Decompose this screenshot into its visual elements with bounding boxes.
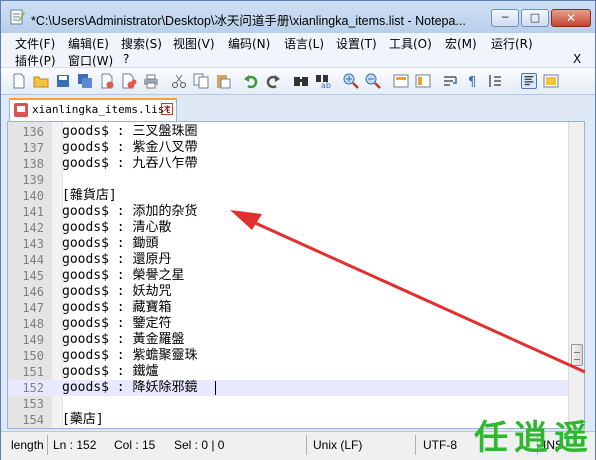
arrow-shaft bbox=[252, 220, 586, 374]
watermark-logo: 任逍遥 bbox=[474, 418, 594, 458]
arrow-head bbox=[230, 210, 262, 230]
annotation-arrow bbox=[230, 210, 586, 374]
